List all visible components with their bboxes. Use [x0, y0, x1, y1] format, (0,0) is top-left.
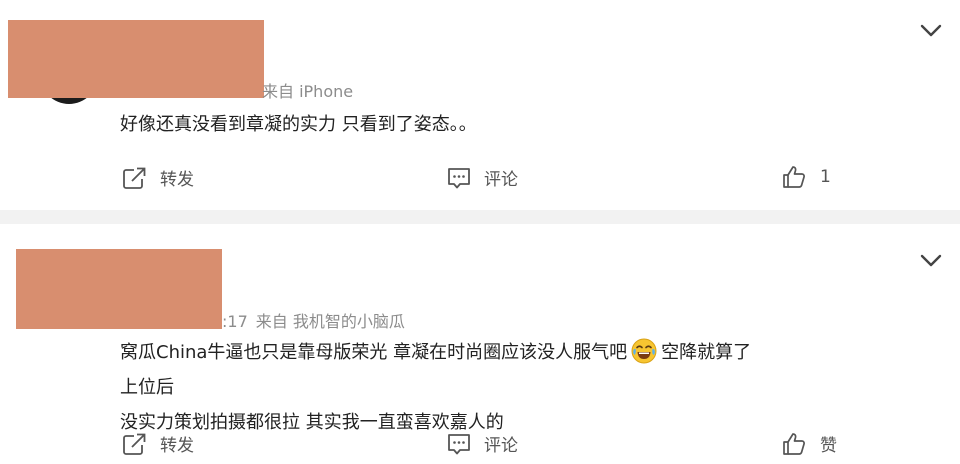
- redacted-username-block: [8, 20, 264, 98]
- repost-label: 转发: [160, 436, 194, 456]
- post-time: :17: [222, 312, 248, 331]
- repost-icon: [123, 167, 146, 189]
- post-meta: 来自 iPhone: [262, 78, 353, 102]
- chevron-down-icon[interactable]: [920, 254, 942, 268]
- comment-button[interactable]: 评论: [446, 431, 518, 456]
- repost-icon: [123, 433, 146, 455]
- repost-button[interactable]: 转发: [122, 165, 194, 190]
- comment-icon: [448, 433, 470, 454]
- post-text: 好像还真没看到章凝的实力 只看到了姿态。。: [120, 114, 477, 135]
- like-count: 1: [820, 167, 831, 187]
- post-meta: :17 来自 我机智的小脑瓜: [222, 308, 405, 332]
- like-label: 赞: [820, 436, 837, 456]
- laughing-tears-icon: [631, 338, 657, 364]
- chevron-down-icon[interactable]: [920, 24, 942, 38]
- card-divider: [0, 210, 960, 224]
- post-source: 来自 iPhone: [262, 82, 354, 101]
- redacted-username-block: [16, 249, 222, 329]
- post-text-part1: 窝瓜China牛逼也只是靠母版荣光 章凝在时尚圈应该没人服气吧: [120, 342, 628, 363]
- repost-label: 转发: [160, 170, 194, 190]
- comment-icon: [448, 167, 470, 188]
- thumbs-up-icon: [783, 166, 805, 188]
- post-source: 来自 我机智的小脑瓜: [255, 312, 405, 331]
- comment-label: 评论: [484, 436, 518, 456]
- repost-button[interactable]: 转发: [122, 431, 194, 456]
- comment-label: 评论: [484, 170, 518, 190]
- thumbs-up-icon: [783, 432, 805, 455]
- like-button[interactable]: 赞: [782, 431, 837, 456]
- comment-button[interactable]: 评论: [446, 165, 518, 190]
- comment-card-2: :17 来自 我机智的小脑瓜 窝瓜China牛逼也只是靠母版荣光 章凝在时尚圈应该…: [0, 224, 960, 464]
- comment-card-1: 来自 iPhone 好像还真没看到章凝的实力 只看到了姿态。。 转发 评论 1: [0, 0, 960, 210]
- post-text: 窝瓜China牛逼也只是靠母版荣光 章凝在时尚圈应该没人服气吧 空降就算了 上位…: [120, 335, 760, 440]
- like-button[interactable]: 1: [782, 165, 831, 189]
- post-text-line2: 没实力策划拍摄都很拉 其实我一直蛮喜欢嘉人的: [120, 412, 504, 433]
